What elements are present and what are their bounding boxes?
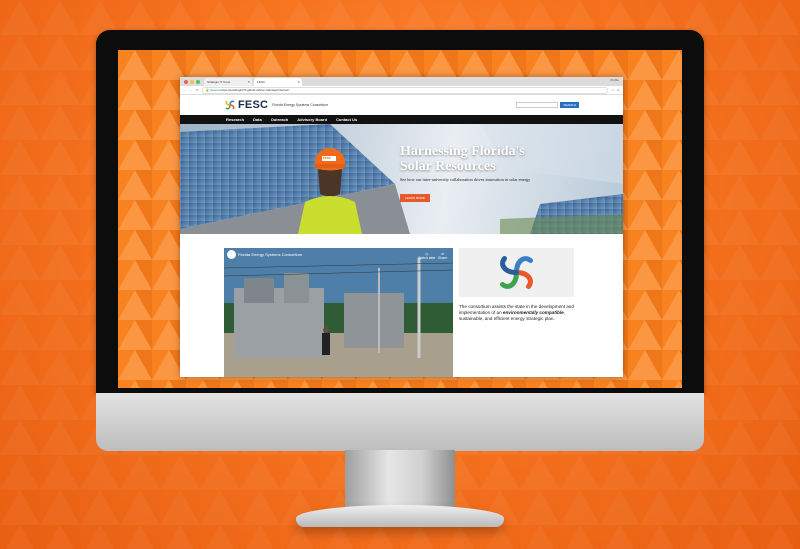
- url-input[interactable]: 🔒 Secure https://quicknight70.github.io/…: [201, 86, 609, 94]
- reload-icon[interactable]: ⟳: [196, 88, 199, 92]
- lock-icon: 🔒: [205, 87, 210, 92]
- site-logo[interactable]: FESC Florida Energy Systems Consortium: [224, 99, 328, 111]
- nav-item-outreach[interactable]: Outreach: [271, 117, 289, 122]
- imac-monitor: Strategic IT Cons × FESC × Profile ← → ⟳ 🔒…: [96, 30, 704, 451]
- extension-icon[interactable]: ●: [617, 88, 619, 92]
- site-header: FESC Florida Energy Systems Consortium S…: [180, 95, 623, 115]
- browser-tab-2[interactable]: FESC ×: [254, 78, 302, 86]
- close-tab-icon[interactable]: ×: [298, 78, 300, 86]
- nav-item-research[interactable]: Research: [226, 117, 244, 122]
- hero-banner: Harnessing Florida's Solar Resources See…: [180, 124, 623, 234]
- browser-tab-bar: Strategic IT Cons × FESC × Profile: [180, 77, 623, 86]
- close-window-button[interactable]: [184, 80, 188, 84]
- fesc-logo-panel: [459, 248, 574, 297]
- nav-item-advisory-board[interactable]: Advisory Board: [297, 117, 327, 122]
- tab-label: Strategic IT Cons: [207, 80, 231, 84]
- url-text: https://quicknight70.github.io/fesc-rede…: [220, 87, 289, 92]
- back-icon[interactable]: ←: [184, 88, 187, 92]
- tab-label: FESC: [257, 80, 266, 84]
- nav-item-data[interactable]: Data: [253, 117, 262, 122]
- secure-label: Secure: [210, 87, 220, 92]
- nav-item-contact-us[interactable]: Contact Us: [336, 117, 357, 122]
- monitor-chin: [96, 393, 704, 451]
- monitor-screen: Strategic IT Cons × FESC × Profile ← → ⟳ 🔒…: [118, 50, 682, 388]
- bookmark-star-icon[interactable]: ☆: [611, 88, 614, 92]
- fesc-pinwheel-logo-icon: [500, 256, 533, 289]
- hero-title: Harnessing Florida's Solar Resources: [400, 144, 525, 174]
- search-input[interactable]: [516, 102, 559, 108]
- window-controls: [184, 80, 200, 84]
- hero-title-line-1: Harnessing Florida's: [400, 144, 525, 159]
- hero-subtitle: See how our inter-university collaborati…: [400, 177, 531, 182]
- browser-tab-1[interactable]: Strategic IT Cons ×: [204, 78, 252, 86]
- watch-later-label: Watch later: [418, 256, 436, 260]
- video-player[interactable]: Florida Energy Systems Consortium ◷ Watc…: [224, 248, 453, 377]
- helmet-label: FESC: [323, 156, 332, 160]
- site-search: SEARCH: [516, 102, 579, 108]
- video-title: Florida Energy Systems Consortium: [238, 252, 303, 257]
- watch-later-button[interactable]: ◷ Watch later: [418, 252, 436, 260]
- browser-window: Strategic IT Cons × FESC × Profile ← → ⟳ 🔒…: [180, 77, 623, 377]
- address-bar: ← → ⟳ 🔒 Secure https://quicknight70.gith…: [180, 86, 623, 95]
- share-button[interactable]: ➦ Share: [438, 252, 447, 260]
- channel-logo-icon: [227, 250, 236, 259]
- video-thumbnail: [224, 248, 453, 377]
- description-bold: environmentally compatible: [502, 310, 564, 316]
- forward-icon[interactable]: →: [190, 88, 193, 92]
- fesc-swirl-logo-icon: [225, 100, 235, 110]
- monitor-stand: [345, 450, 455, 512]
- close-tab-icon[interactable]: ×: [248, 78, 250, 86]
- learn-more-button[interactable]: LEARN MORE: [400, 194, 430, 202]
- logo-text: FESC: [238, 99, 269, 111]
- hero-title-line-2: Solar Resources: [400, 159, 496, 174]
- consortium-description: The consortium assists the state in the …: [459, 304, 577, 323]
- search-button[interactable]: SEARCH: [560, 102, 579, 108]
- maximize-window-button[interactable]: [196, 80, 200, 84]
- main-nav: Research Data Outreach Advisory Board Co…: [180, 115, 623, 124]
- profile-button[interactable]: Profile: [610, 78, 619, 82]
- logo-subtitle: Florida Energy Systems Consortium: [272, 103, 329, 107]
- monitor-base: [296, 505, 504, 527]
- content-section: Florida Energy Systems Consortium ◷ Watc…: [180, 234, 623, 377]
- minimize-window-button[interactable]: [190, 80, 194, 84]
- share-label: Share: [438, 256, 448, 260]
